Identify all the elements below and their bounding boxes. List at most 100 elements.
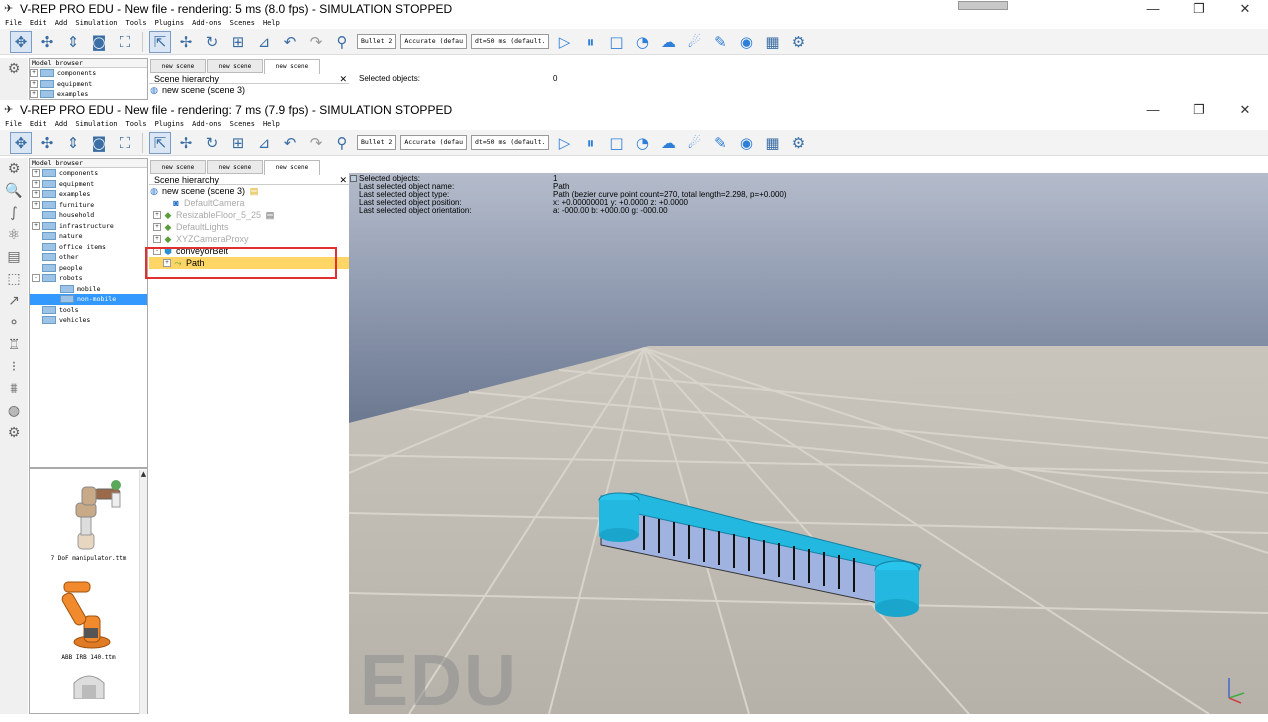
- expand-icon[interactable]: +: [32, 169, 40, 178]
- scene-selector-icon[interactable]: ⚙: [787, 132, 809, 154]
- hierarchy-item[interactable]: + ◆ ResizableFloor_5_25 ▤: [149, 209, 349, 221]
- menu-simulation[interactable]: Simulation: [75, 119, 117, 130]
- menu-tools[interactable]: Tools: [126, 119, 147, 130]
- restore-icon[interactable]: ❐: [1176, 0, 1222, 18]
- page-selector-icon[interactable]: ▦: [761, 132, 783, 154]
- globe-icon[interactable]: ◍: [0, 400, 28, 422]
- menu-tools[interactable]: Tools: [126, 18, 147, 29]
- assemble-icon[interactable]: ⊞: [227, 132, 249, 154]
- scene-selector-icon[interactable]: ⚙: [787, 31, 809, 53]
- undo-icon[interactable]: ↶: [279, 31, 301, 53]
- assemble-icon[interactable]: ⊞: [227, 31, 249, 53]
- tab-scene-1[interactable]: new scene: [150, 59, 206, 73]
- tree-item[interactable]: mobile: [30, 284, 147, 295]
- close-icon[interactable]: ✕: [339, 74, 347, 84]
- translate-object-icon[interactable]: ✢: [175, 31, 197, 53]
- menu-simulation[interactable]: Simulation: [75, 18, 117, 29]
- slow-icon[interactable]: ☁: [657, 31, 679, 53]
- menu-help[interactable]: Help: [263, 18, 280, 29]
- hierarchy-item[interactable]: + ◆ DefaultLights: [149, 221, 349, 233]
- menu-plugins[interactable]: Plugins: [155, 119, 185, 130]
- menu-addons[interactable]: Add-ons: [192, 119, 222, 130]
- info-toggle-icon[interactable]: [350, 175, 357, 182]
- script-icon[interactable]: ▤: [0, 246, 28, 268]
- robot-icon[interactable]: ♖: [0, 334, 28, 356]
- rotate-camera-icon[interactable]: ✣: [36, 31, 58, 53]
- menu-help[interactable]: Help: [263, 119, 280, 130]
- tree-item[interactable]: + components: [30, 68, 147, 79]
- tree-item[interactable]: office items: [30, 242, 147, 253]
- restore-icon[interactable]: ❐: [1176, 101, 1222, 119]
- simulation-settings-icon[interactable]: ⚙: [0, 158, 28, 180]
- shift-camera-icon[interactable]: ⇕: [62, 132, 84, 154]
- script-icon[interactable]: ▤: [249, 186, 259, 196]
- fit-view-icon[interactable]: ⛶: [114, 31, 136, 53]
- expand-icon[interactable]: +: [32, 200, 40, 209]
- menu-file[interactable]: File: [5, 18, 22, 29]
- minimize-icon[interactable]: —: [1130, 0, 1176, 18]
- menu-plugins[interactable]: Plugins: [155, 18, 185, 29]
- accuracy-select[interactable]: Accurate (defau: [400, 34, 468, 49]
- play-icon[interactable]: ▷: [553, 31, 575, 53]
- select-icon[interactable]: ⇱: [149, 30, 171, 53]
- rotate-object-icon[interactable]: ↻: [201, 31, 223, 53]
- tree-item[interactable]: vehicles: [30, 315, 147, 326]
- engine-settings-icon[interactable]: ⚲: [331, 132, 353, 154]
- translate-object-icon[interactable]: ✢: [175, 132, 197, 154]
- redo-icon[interactable]: ↷: [305, 31, 327, 53]
- hierarchy-item[interactable]: + ◆ XYZCameraProxy: [149, 233, 349, 245]
- fit-view-icon[interactable]: ⛶: [114, 132, 136, 154]
- tree-item[interactable]: other: [30, 252, 147, 263]
- accuracy-select[interactable]: Accurate (defau: [400, 135, 468, 150]
- expand-icon[interactable]: +: [32, 221, 40, 230]
- engine-settings-icon[interactable]: ⚲: [331, 31, 353, 53]
- tree-item[interactable]: + examples: [30, 89, 147, 100]
- menu-scenes[interactable]: Scenes: [230, 18, 255, 29]
- play-icon[interactable]: ▷: [553, 132, 575, 154]
- tree-item[interactable]: - robots: [30, 273, 147, 284]
- model-panel-scrollbar[interactable]: ▲: [139, 470, 147, 714]
- timestep-select[interactable]: dt=50 ms (default.: [471, 34, 550, 49]
- model-thumbnail[interactable]: [30, 669, 147, 701]
- threaded-render-icon[interactable]: ✎: [709, 132, 731, 154]
- engine-select[interactable]: Bullet 2: [357, 34, 397, 49]
- hierarchy-item[interactable]: ◙ DefaultCamera: [149, 197, 349, 209]
- tree-item[interactable]: people: [30, 263, 147, 274]
- close-icon[interactable]: ✕: [1222, 101, 1268, 119]
- rotate-camera-icon[interactable]: ✣: [36, 132, 58, 154]
- tree-item[interactable]: + equipment: [30, 179, 147, 190]
- tree-item[interactable]: + equipment: [30, 79, 147, 90]
- menu-scenes[interactable]: Scenes: [230, 119, 255, 130]
- move-camera-icon[interactable]: ✥: [10, 131, 32, 154]
- transfer-dna-icon[interactable]: ⊿: [253, 132, 275, 154]
- close-icon[interactable]: ✕: [1222, 0, 1268, 18]
- scroll-up-icon[interactable]: ▲: [140, 470, 147, 478]
- redo-icon[interactable]: ↷: [305, 132, 327, 154]
- layers-icon[interactable]: ⩩: [0, 378, 28, 400]
- tree-item[interactable]: + examples: [30, 189, 147, 200]
- user-settings-icon[interactable]: ⚙: [0, 422, 28, 444]
- fast-icon[interactable]: ☄: [683, 31, 705, 53]
- select-icon[interactable]: ⇱: [149, 131, 171, 154]
- model-thumbnail[interactable]: ABB IRB 140.ttm: [30, 572, 147, 661]
- minimize-icon[interactable]: —: [1130, 101, 1176, 119]
- tab-scene-2[interactable]: new scene: [207, 160, 263, 174]
- camera-icon[interactable]: ◙: [88, 31, 110, 53]
- menu-addons[interactable]: Add-ons: [192, 18, 222, 29]
- threaded-render-icon[interactable]: ✎: [709, 31, 731, 53]
- model-thumbnail[interactable]: 7 DoF manipulator.ttm: [30, 473, 147, 562]
- engine-select[interactable]: Bullet 2: [357, 135, 397, 150]
- zoom-icon[interactable]: 🔍: [0, 180, 28, 202]
- slow-icon[interactable]: ☁: [657, 132, 679, 154]
- hierarchy-root[interactable]: ◍ new scene (scene 3) ▤: [149, 185, 349, 197]
- realtime-icon[interactable]: ◔: [631, 132, 653, 154]
- visualization-icon[interactable]: ◉: [735, 31, 757, 53]
- realtime-icon[interactable]: ◔: [631, 31, 653, 53]
- graph-icon[interactable]: ∫: [0, 202, 28, 224]
- menu-add[interactable]: Add: [55, 119, 68, 130]
- calc-icon[interactable]: ⁝: [0, 356, 28, 378]
- tree-item[interactable]: nature: [30, 231, 147, 242]
- menu-file[interactable]: File: [5, 119, 22, 130]
- script-icon[interactable]: ▤: [265, 210, 275, 220]
- move-camera-icon[interactable]: ✥: [10, 30, 32, 53]
